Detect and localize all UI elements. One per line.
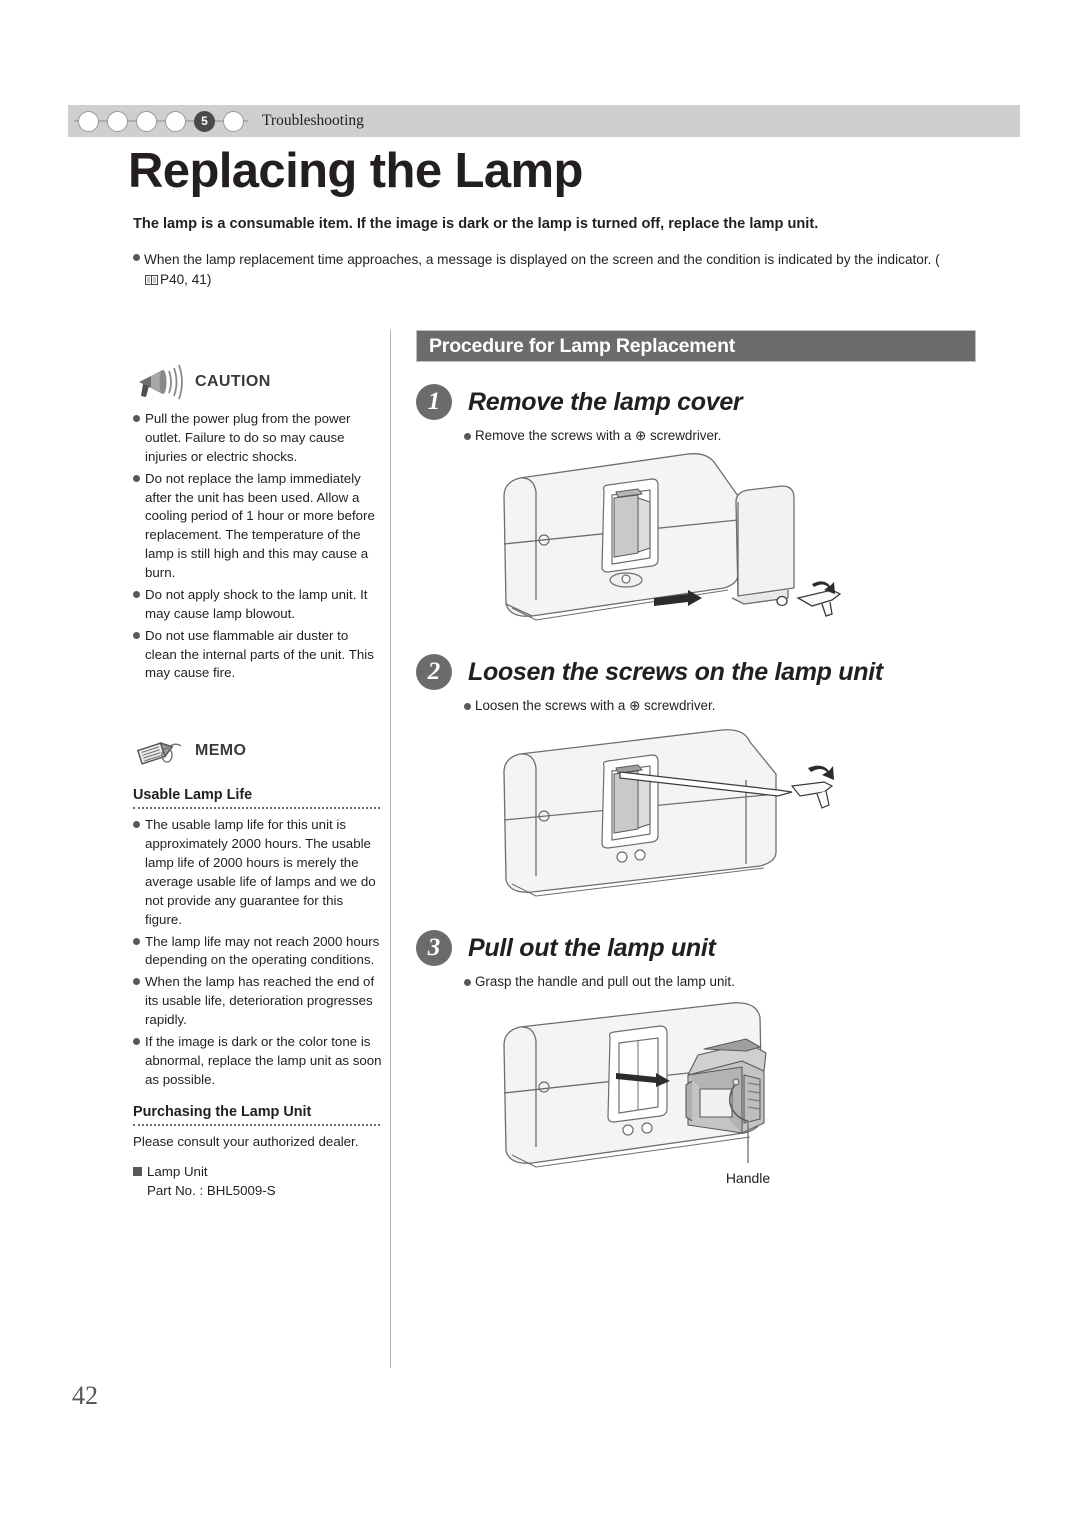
megaphone-icon [139,364,183,400]
projector-loosen-screws-illustration [503,729,834,897]
caution-item: Pull the power plug from the power outle… [133,410,383,467]
lead-bullet-note: When the lamp replacement time approache… [133,250,943,289]
breadcrumb-step-3[interactable] [136,110,157,132]
breadcrumb: 5 [74,110,248,132]
step-1-number: 1 [416,384,452,420]
dotted-rule [133,1123,380,1126]
lamp-unit-part-number: Part No. : BHL5009-S [147,1183,276,1199]
memo-list: The usable lamp life for this unit is ap… [133,816,383,1089]
step-2-number: 2 [416,654,452,690]
procedure-step-3: 3 Pull out the lamp unit Grasp the handl… [416,930,976,1192]
breadcrumb-step-2[interactable] [107,110,128,132]
procedure-step-2: 2 Loosen the screws on the lamp unit Loo… [416,654,976,904]
dotted-rule [133,807,380,810]
pencil-tag-icon [136,742,182,765]
caution-title: CAUTION [195,373,271,390]
step-2-header: 2 Loosen the screws on the lamp unit [416,654,976,690]
caution-list: Pull the power plug from the power outle… [133,410,383,683]
book-reference-icon [145,274,158,285]
step-3-header: 3 Pull out the lamp unit [416,930,976,966]
lead-bullet-text: When the lamp replacement time approache… [144,252,940,267]
caution-item: Do not replace the lamp immediately afte… [133,470,383,583]
step-3-note: Grasp the handle and pull out the lamp u… [464,974,976,989]
page-number: 42 [72,1381,98,1410]
memo-item: When the lamp has reached the end of its… [133,973,383,1030]
lamp-unit-part-block: Lamp Unit Part No. : BHL5009-S [133,1163,383,1201]
projector-pull-lamp-unit-illustration: Handle [503,1002,771,1186]
step-1-note: Remove the screws with a ⊕ screwdriver. [464,428,976,444]
step-2-note: Loosen the screws with a ⊕ screwdriver. [464,698,976,714]
breadcrumb-step-4[interactable] [165,110,186,132]
breadcrumb-line [74,120,248,122]
lamp-unit-label: Lamp Unit [147,1164,208,1180]
breadcrumb-step-6[interactable] [223,110,244,132]
memo-item: If the image is dark or the color tone i… [133,1033,383,1090]
step-2-title: Loosen the screws on the lamp unit [468,657,883,686]
step-3-number: 3 [416,930,452,966]
procedure-banner: Procedure for Lamp Replacement [416,330,976,362]
page-title: Replacing the Lamp [128,144,583,198]
lead-bullet-reference[interactable]: P40, 41 [160,272,207,287]
breadcrumb-step-1[interactable] [78,110,99,132]
column-divider [390,330,391,1368]
purchasing-heading: Purchasing the Lamp Unit [133,1103,312,1120]
chapter-header-bar: 5 Troubleshooting [68,105,1020,137]
procedure-banner-label: Procedure for Lamp Replacement [429,334,736,357]
caution-header: CAUTION [133,360,383,404]
breadcrumb-step-5-active[interactable]: 5 [194,110,215,132]
lead-bullet-close: ) [206,271,212,287]
bullet-dot-icon [133,254,140,261]
lead-bold-statement: The lamp is a consumable item. If the im… [133,216,819,232]
step-3-title: Pull out the lamp unit [468,933,716,962]
memo-title: MEMO [195,742,247,760]
breadcrumb-label: Troubleshooting [262,112,364,129]
memo-section-heading: Usable Lamp Life [133,787,253,804]
left-sidebar-column: CAUTION Pull the power plug from the pow… [133,360,383,1201]
procedure-step-1: 1 Remove the lamp cover Remove the screw… [416,384,976,628]
caution-item: Do not apply shock to the lamp unit. It … [133,586,383,624]
memo-header: MEMO [133,729,383,773]
purchasing-paragraph: Please consult your authorized dealer. [133,1133,359,1149]
caution-item: Do not use flammable air duster to clean… [133,627,383,684]
projector-lamp-cover-removal-illustration [503,453,842,621]
step-1-header: 1 Remove the lamp cover [416,384,976,420]
step-1-title: Remove the lamp cover [468,387,743,416]
procedure-column: Procedure for Lamp Replacement 1 Remove … [416,330,976,1192]
handle-callout-label: Handle [726,1170,771,1186]
memo-item: The usable lamp life for this unit is ap… [133,816,383,929]
memo-item: The lamp life may not reach 2000 hours d… [133,933,383,971]
